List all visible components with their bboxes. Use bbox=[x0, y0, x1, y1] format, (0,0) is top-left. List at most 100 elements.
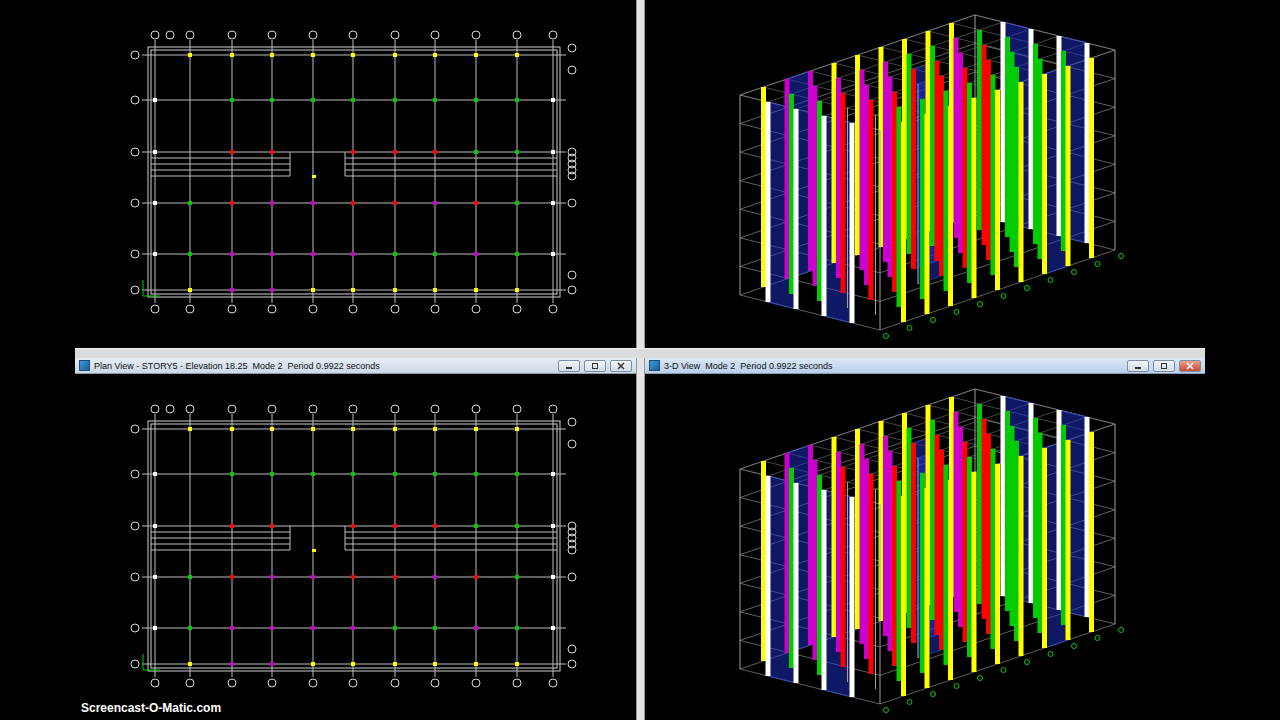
column-bar[interactable] bbox=[808, 445, 813, 645]
column-marker[interactable] bbox=[393, 288, 397, 292]
column-marker[interactable] bbox=[153, 524, 157, 528]
column-marker[interactable] bbox=[515, 252, 519, 256]
column-bar[interactable] bbox=[740, 469, 741, 669]
column-bar[interactable] bbox=[847, 482, 848, 682]
column-bar[interactable] bbox=[880, 130, 881, 330]
column-bar[interactable] bbox=[948, 106, 953, 306]
close-button[interactable] bbox=[610, 360, 632, 372]
column-marker[interactable] bbox=[188, 575, 192, 579]
column-bar[interactable] bbox=[888, 451, 893, 651]
column-bar[interactable] bbox=[860, 444, 865, 644]
column-bar[interactable] bbox=[875, 115, 876, 315]
column-marker[interactable] bbox=[551, 575, 555, 579]
column-marker[interactable] bbox=[433, 201, 437, 205]
column-marker[interactable] bbox=[433, 53, 437, 57]
column-marker[interactable] bbox=[433, 472, 437, 476]
column-bar[interactable] bbox=[841, 93, 846, 293]
column-bar[interactable] bbox=[892, 466, 897, 666]
column-marker[interactable] bbox=[311, 662, 315, 666]
column-bar[interactable] bbox=[869, 100, 874, 300]
column-marker[interactable] bbox=[515, 662, 519, 666]
column-marker[interactable] bbox=[230, 150, 234, 154]
column-bar[interactable] bbox=[991, 75, 996, 275]
column-marker[interactable] bbox=[551, 201, 555, 205]
column-bar[interactable] bbox=[1085, 417, 1090, 617]
column-bar[interactable] bbox=[1038, 433, 1043, 633]
column-marker[interactable] bbox=[393, 662, 397, 666]
column-marker[interactable] bbox=[153, 472, 157, 476]
column-marker[interactable] bbox=[351, 427, 355, 431]
column-bar[interactable] bbox=[977, 404, 982, 604]
plan-pane[interactable] bbox=[0, 374, 636, 720]
column-marker[interactable] bbox=[515, 575, 519, 579]
column-marker[interactable] bbox=[270, 662, 274, 666]
column-marker[interactable] bbox=[230, 626, 234, 630]
column-marker[interactable] bbox=[433, 252, 437, 256]
column-marker[interactable] bbox=[270, 427, 274, 431]
column-marker[interactable] bbox=[474, 288, 478, 292]
column-bar[interactable] bbox=[850, 497, 855, 697]
column-marker[interactable] bbox=[270, 626, 274, 630]
column-bar[interactable] bbox=[785, 453, 790, 653]
plan-pane[interactable] bbox=[0, 0, 636, 348]
column-marker[interactable] bbox=[270, 53, 274, 57]
column-bar[interactable] bbox=[1057, 410, 1062, 610]
column-bar[interactable] bbox=[883, 436, 888, 636]
column-bar[interactable] bbox=[832, 437, 837, 637]
column-bar[interactable] bbox=[813, 86, 818, 286]
column-bar[interactable] bbox=[995, 464, 1000, 664]
column-bar[interactable] bbox=[911, 69, 916, 269]
column-bar[interactable] bbox=[1005, 411, 1010, 611]
column-bar[interactable] bbox=[847, 108, 848, 308]
column-bar[interactable] bbox=[958, 53, 963, 253]
column-bar[interactable] bbox=[958, 427, 963, 627]
column-marker[interactable] bbox=[188, 288, 192, 292]
column-marker[interactable] bbox=[230, 98, 234, 102]
column-bar[interactable] bbox=[879, 421, 884, 621]
minimize-button[interactable] bbox=[558, 360, 580, 372]
column-marker[interactable] bbox=[474, 626, 478, 630]
column-bar[interactable] bbox=[986, 434, 991, 634]
column-marker[interactable] bbox=[312, 549, 316, 552]
column-marker[interactable] bbox=[393, 575, 397, 579]
column-bar[interactable] bbox=[761, 87, 766, 287]
column-bar[interactable] bbox=[918, 458, 919, 658]
column-bar[interactable] bbox=[935, 61, 940, 261]
column-marker[interactable] bbox=[433, 662, 437, 666]
column-marker[interactable] bbox=[311, 427, 315, 431]
restore-button[interactable] bbox=[584, 360, 606, 372]
column-marker[interactable] bbox=[433, 626, 437, 630]
column-bar[interactable] bbox=[1066, 66, 1071, 266]
column-marker[interactable] bbox=[433, 427, 437, 431]
column-marker[interactable] bbox=[474, 252, 478, 256]
column-marker[interactable] bbox=[270, 201, 274, 205]
column-marker[interactable] bbox=[551, 98, 555, 102]
close-button[interactable] bbox=[1179, 360, 1201, 372]
column-bar[interactable] bbox=[897, 481, 902, 681]
column-bar[interactable] bbox=[879, 47, 884, 247]
column-bar[interactable] bbox=[892, 92, 897, 292]
column-marker[interactable] bbox=[153, 98, 157, 102]
column-marker[interactable] bbox=[351, 288, 355, 292]
column-bar[interactable] bbox=[1005, 37, 1010, 237]
column-bar[interactable] bbox=[785, 79, 790, 279]
column-bar[interactable] bbox=[939, 450, 944, 650]
column-bar[interactable] bbox=[967, 457, 972, 657]
column-bar[interactable] bbox=[817, 101, 822, 301]
column-marker[interactable] bbox=[474, 53, 478, 57]
column-bar[interactable] bbox=[1001, 396, 1006, 596]
minimize-button[interactable] bbox=[1127, 360, 1149, 372]
column-bar[interactable] bbox=[766, 102, 771, 302]
column-bar[interactable] bbox=[1001, 22, 1006, 222]
column-bar[interactable] bbox=[869, 474, 874, 674]
restore-button[interactable] bbox=[1153, 360, 1175, 372]
3d-pane[interactable] bbox=[645, 374, 1280, 720]
column-marker[interactable] bbox=[474, 575, 478, 579]
column-marker[interactable] bbox=[351, 98, 355, 102]
column-bar[interactable] bbox=[1115, 424, 1116, 624]
column-bar[interactable] bbox=[982, 419, 987, 619]
column-bar[interactable] bbox=[897, 107, 902, 307]
column-bar[interactable] bbox=[991, 449, 996, 649]
column-marker[interactable] bbox=[188, 252, 192, 256]
column-bar[interactable] bbox=[813, 460, 818, 660]
